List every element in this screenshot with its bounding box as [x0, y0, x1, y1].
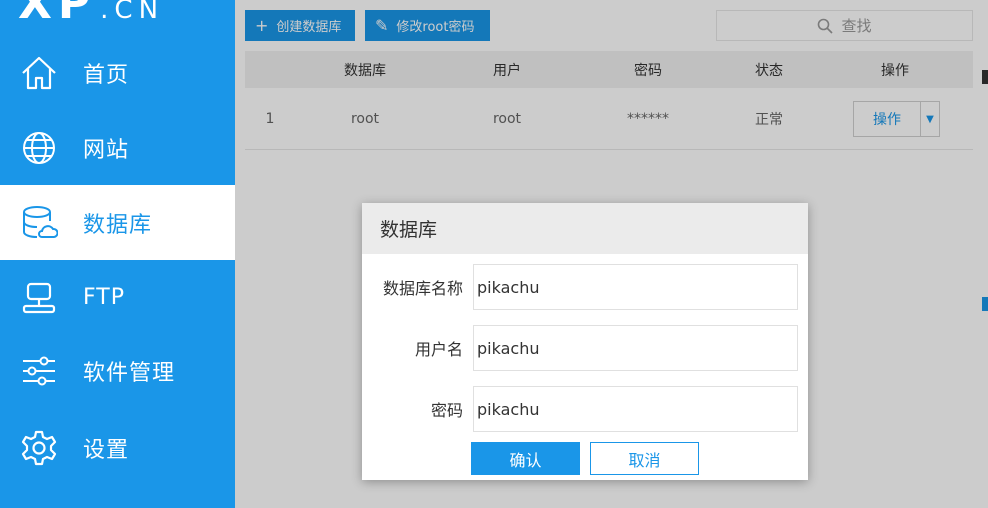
globe-icon — [20, 129, 58, 167]
sidebar-item-label: 设置 — [83, 437, 130, 463]
confirm-button[interactable]: 确认 — [471, 442, 580, 475]
password-label: 密码 — [430, 401, 463, 420]
database-name-label: 数据库名称 — [382, 279, 463, 298]
database-dialog: 数据库 数据库名称 pikachu 用户名 pikachu 密码 pikachu… — [362, 203, 808, 480]
database-icon — [20, 204, 59, 242]
logo: XP .CN — [18, 0, 164, 29]
sidebar: XP .CN 首页 网站 数据库 FTP 软件管理 设置 — [0, 0, 235, 508]
field-database-name: 数据库名称 pikachu — [362, 264, 808, 310]
database-name-input[interactable]: pikachu — [473, 264, 798, 310]
sidebar-item-settings[interactable]: 设置 — [0, 410, 235, 485]
username-label: 用户名 — [414, 340, 463, 359]
sidebar-item-software[interactable]: 软件管理 — [0, 333, 235, 408]
sidebar-item-label: 网站 — [83, 137, 130, 163]
logo-suffix: .CN — [100, 0, 165, 25]
logo-main: XP — [18, 0, 97, 29]
sliders-icon — [20, 352, 58, 390]
ftp-icon — [20, 279, 58, 317]
sidebar-item-ftp[interactable]: FTP — [0, 260, 235, 335]
gear-icon — [20, 429, 58, 467]
field-username: 用户名 pikachu — [362, 325, 808, 371]
sidebar-item-website[interactable]: 网站 — [0, 110, 235, 185]
password-input[interactable]: pikachu — [473, 386, 798, 432]
cancel-button[interactable]: 取消 — [590, 442, 699, 475]
sidebar-item-database[interactable]: 数据库 — [0, 185, 235, 260]
sidebar-item-label: FTP — [83, 285, 125, 310]
username-input[interactable]: pikachu — [473, 325, 798, 371]
sidebar-item-home[interactable]: 首页 — [0, 35, 235, 110]
dialog-title: 数据库 — [362, 203, 808, 254]
sidebar-item-label: 首页 — [83, 62, 130, 88]
field-password: 密码 pikachu — [362, 386, 808, 432]
home-icon — [20, 54, 58, 92]
sidebar-item-label: 数据库 — [83, 212, 153, 238]
sidebar-item-label: 软件管理 — [83, 360, 176, 386]
